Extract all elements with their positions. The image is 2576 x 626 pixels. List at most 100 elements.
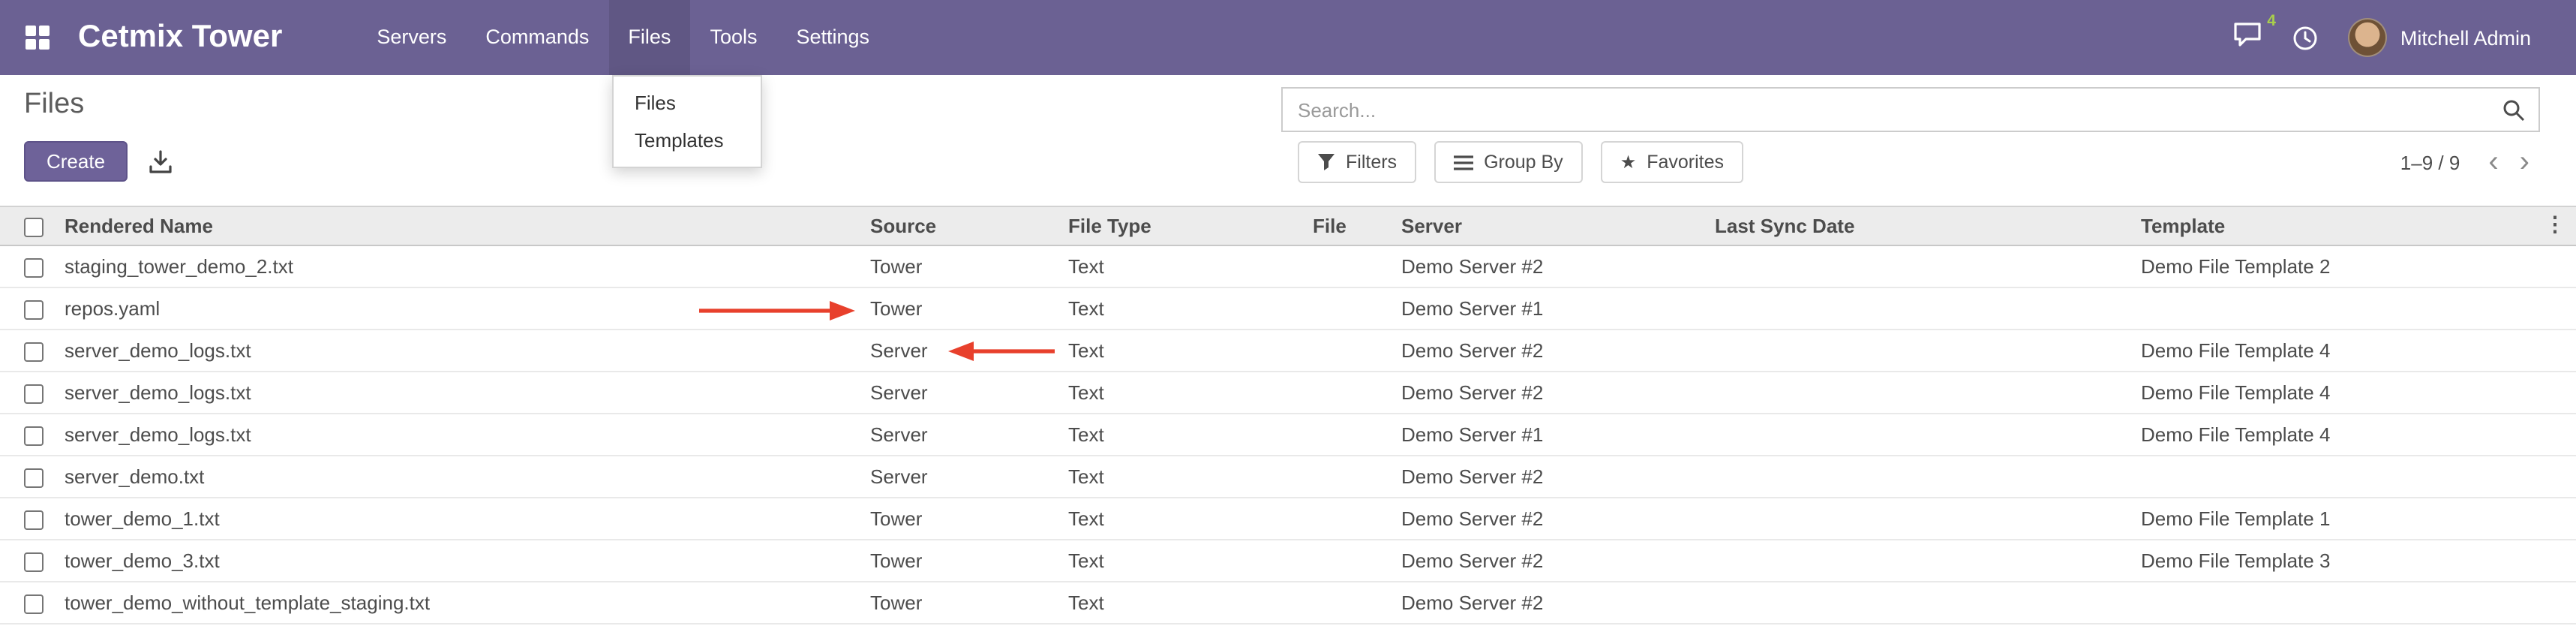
cell-template: Demo File Template 4 (2141, 414, 2576, 456)
table-row[interactable]: tower_demo_without_template_staging.txt T… (0, 582, 2576, 624)
search-submit-button[interactable] (2502, 98, 2538, 121)
files-dropdown-menu: Files Templates (612, 75, 762, 168)
row-checkbox[interactable] (24, 300, 44, 320)
cell-rendered-name: server_demo.txt (65, 456, 870, 498)
cell-server: Demo Server #1 (1401, 287, 1715, 330)
download-button[interactable] (146, 146, 176, 176)
column-header-server[interactable]: Server (1401, 206, 1715, 245)
pager-next-button[interactable]: › (2509, 147, 2540, 177)
menu-servers[interactable]: Servers (357, 0, 466, 75)
user-avatar (2348, 18, 2387, 57)
row-checkbox[interactable] (24, 510, 44, 530)
favorites-label: Favorites (1647, 152, 1724, 173)
files-list-view: Rendered Name Source File Type File Serv… (0, 206, 2576, 624)
cell-file-type: Text (1068, 414, 1313, 456)
table-row[interactable]: server_demo_logs.txtServerTextDemo Serve… (0, 330, 2576, 372)
row-checkbox[interactable] (24, 384, 44, 404)
column-header-template[interactable]: Template (2141, 206, 2576, 245)
cell-source: Server (870, 456, 1068, 498)
menu-commands[interactable]: Commands (466, 0, 608, 75)
cell-source: Tower (870, 245, 1068, 287)
row-checkbox[interactable] (24, 426, 44, 446)
cell-server: Demo Server #2 (1401, 372, 1715, 414)
cell-server: Demo Server #2 (1401, 540, 1715, 582)
table-row[interactable]: server_demo_logs.txtServerTextDemo Serve… (0, 414, 2576, 456)
navbar-right: 4 Mitchell Admin (2232, 18, 2531, 57)
row-checkbox-cell (0, 456, 65, 498)
create-button[interactable]: Create (24, 141, 128, 182)
row-checkbox[interactable] (24, 594, 44, 614)
column-header-source[interactable]: Source (870, 206, 1068, 245)
cell-server: Demo Server #2 (1401, 245, 1715, 287)
cell-file (1313, 330, 1401, 372)
cell-file (1313, 245, 1401, 287)
search-input[interactable] (1283, 98, 2502, 121)
menu-settings[interactable]: Settings (776, 0, 889, 75)
cell-template: Demo File Template 4 (2141, 372, 2576, 414)
column-header-file[interactable]: File (1313, 206, 1401, 245)
filters-button[interactable]: Filters (1298, 141, 1416, 183)
table-row[interactable]: server_demo_logs.txtServerTextDemo Serve… (0, 372, 2576, 414)
cell-source: Tower (870, 287, 1068, 330)
group-by-label: Group By (1484, 152, 1563, 173)
favorites-button[interactable]: ★ Favorites (1601, 141, 1743, 183)
select-all-checkbox[interactable] (24, 218, 44, 237)
cell-last-sync-date (1715, 372, 2141, 414)
dropdown-item-templates[interactable]: Templates (614, 122, 761, 159)
cell-rendered-name: server_demo_logs.txt (65, 372, 870, 414)
row-checkbox[interactable] (24, 468, 44, 488)
files-table-body: staging_tower_demo_2.txtTowerTextDemo Se… (0, 245, 2576, 624)
search-bar (1281, 87, 2540, 132)
menu-tools[interactable]: Tools (690, 0, 776, 75)
pager-previous-button[interactable]: ‹ (2478, 147, 2508, 177)
row-checkbox-cell (0, 245, 65, 287)
cell-last-sync-date (1715, 330, 2141, 372)
messages-button[interactable]: 4 (2232, 20, 2262, 55)
pager-range: 1–9 / 9 (2400, 151, 2460, 173)
column-header-rendered-name[interactable]: Rendered Name (65, 206, 870, 245)
row-checkbox[interactable] (24, 552, 44, 572)
cell-source: Server (870, 330, 1068, 372)
row-checkbox-cell (0, 582, 65, 624)
apps-grid-glyph (24, 24, 51, 51)
row-checkbox-cell (0, 414, 65, 456)
cell-last-sync-date (1715, 414, 2141, 456)
user-menu[interactable]: Mitchell Admin (2348, 18, 2531, 57)
activities-button[interactable] (2292, 25, 2318, 50)
cell-file-type: Text (1068, 540, 1313, 582)
table-row[interactable]: tower_demo_1.txtTowerTextDemo Server #2D… (0, 498, 2576, 540)
cell-last-sync-date (1715, 540, 2141, 582)
cell-server: Demo Server #2 (1401, 582, 1715, 624)
table-row[interactable]: staging_tower_demo_2.txtTowerTextDemo Se… (0, 245, 2576, 287)
user-name: Mitchell Admin (2400, 26, 2531, 49)
cell-rendered-name: repos.yaml (65, 287, 870, 330)
row-checkbox-cell (0, 540, 65, 582)
apps-grid-icon[interactable] (24, 23, 54, 53)
column-header-file-type[interactable]: File Type (1068, 206, 1313, 245)
row-checkbox[interactable] (24, 258, 44, 278)
cell-file (1313, 498, 1401, 540)
optional-columns-toggle-icon[interactable]: ⋮ (2544, 213, 2565, 234)
table-row[interactable]: tower_demo_3.txtTowerTextDemo Server #2D… (0, 540, 2576, 582)
table-row[interactable]: repos.yamlTowerText Demo Server #1 (0, 287, 2576, 330)
files-table: Rendered Name Source File Type File Serv… (0, 206, 2576, 624)
menu-files[interactable]: Files (608, 0, 690, 75)
cell-template: Demo File Template 2 (2141, 245, 2576, 287)
messages-counter-badge: 4 (2267, 11, 2276, 29)
cell-template: Demo File Template 4 (2141, 330, 2576, 372)
table-row[interactable]: server_demo.txtServerTextDemo Server #2 (0, 456, 2576, 498)
cell-file-type: Text (1068, 582, 1313, 624)
main-menu: Servers Commands Files Tools Settings (357, 0, 889, 75)
clock-icon (2292, 25, 2318, 50)
dropdown-item-files[interactable]: Files (614, 84, 761, 122)
cell-source: Tower (870, 498, 1068, 540)
cell-file-type: Text (1068, 287, 1313, 330)
filters-label: Filters (1346, 152, 1397, 173)
cell-last-sync-date (1715, 582, 2141, 624)
cell-rendered-name: tower_demo_without_template_staging.txt (65, 582, 870, 624)
action-buttons: Create (24, 141, 176, 182)
group-by-button[interactable]: Group By (1434, 141, 1583, 183)
top-navbar: Cetmix Tower Servers Commands Files Tool… (0, 0, 2576, 75)
column-header-last-sync-date[interactable]: Last Sync Date (1715, 206, 2141, 245)
row-checkbox[interactable] (24, 342, 44, 362)
